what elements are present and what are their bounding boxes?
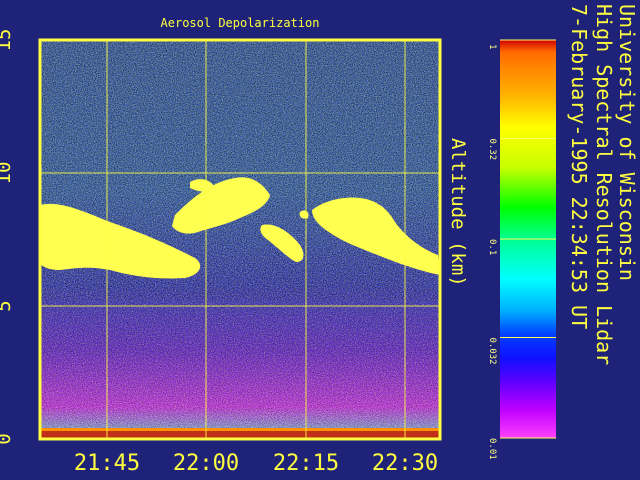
side-text-line: 7-February-1995 22:34:53 UT [567, 4, 591, 329]
heatmap-area [40, 40, 440, 439]
colorbar: 1 0.32 0.1 0.032 0.01 [487, 39, 556, 460]
y-tick-label: 5 [0, 300, 15, 311]
y-tick-labels: 0 5 10 15 [0, 29, 15, 445]
y-tick-label: 15 [0, 29, 15, 52]
x-tick-label: 21:45 [74, 451, 140, 476]
colorbar-tick-label: 1 [487, 44, 497, 49]
side-text-line: High Spectral Resolution Lidar [592, 4, 616, 365]
side-text: University of WisconsinHigh Spectral Res… [567, 4, 639, 365]
chart-title: Aerosol Depolarization [161, 16, 320, 30]
colorbar-tick-label: 0.32 [487, 138, 497, 160]
side-text-line: University of Wisconsin [615, 4, 639, 281]
x-tick-label: 22:00 [173, 451, 239, 476]
lidar-chart: Aerosol Depolarization 0 5 10 15 21:45 22:00… [0, 4, 639, 476]
y-tick-label: 10 [0, 162, 15, 185]
x-tick-label: 22:15 [273, 451, 339, 476]
colorbar-tick-label: 0.01 [487, 438, 497, 460]
colorbar-tick-label: 0.032 [487, 337, 497, 364]
colorbar-tick-label: 0.1 [487, 239, 497, 255]
y-axis-label: Altitude (km) [447, 138, 469, 287]
y-tick-label: 0 [0, 433, 15, 444]
x-tick-label: 22:30 [372, 451, 438, 476]
x-tick-labels: 21:45 22:00 22:15 22:30 [74, 451, 438, 476]
